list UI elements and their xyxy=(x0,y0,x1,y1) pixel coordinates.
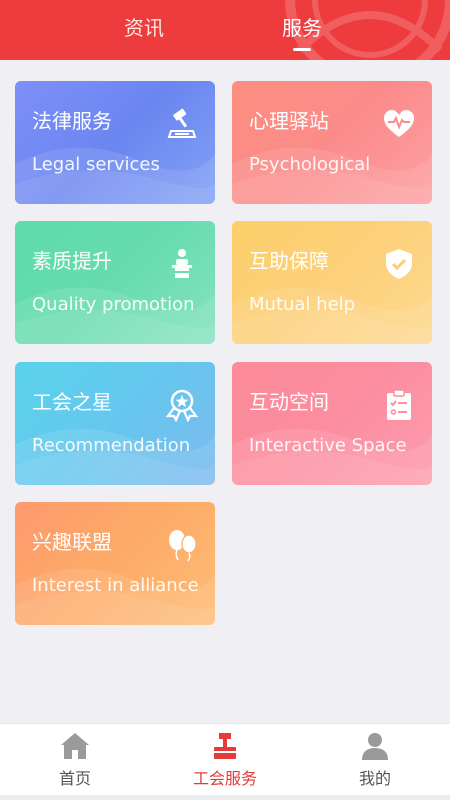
service-card-mutual-help[interactable]: 互助保障 Mutual help xyxy=(232,221,432,344)
nav-union-service[interactable]: 工会服务 xyxy=(150,724,300,800)
card-title: 法律服务 xyxy=(32,109,112,133)
active-tab-indicator xyxy=(293,48,311,51)
service-card-interest-alliance[interactable]: 兴趣联盟 Interest in alliance xyxy=(15,502,215,625)
podium-icon xyxy=(172,249,192,278)
service-card-quality[interactable]: 素质提升 Quality promotion xyxy=(15,221,215,344)
heart-pulse-icon xyxy=(384,110,414,137)
tab-services[interactable]: 服务 xyxy=(282,14,322,42)
card-title: 心理驿站 xyxy=(249,109,329,133)
nav-mine[interactable]: 我的 xyxy=(300,724,450,800)
card-subtitle: Interactive Space xyxy=(249,435,407,456)
card-subtitle: Interest in alliance xyxy=(32,575,199,596)
service-card-legal[interactable]: 法律服务 Legal services xyxy=(15,81,215,204)
card-title: 互动空间 xyxy=(249,390,329,414)
top-header: 资讯 服务 xyxy=(0,0,450,60)
card-title: 素质提升 xyxy=(32,249,112,273)
balloons-icon xyxy=(169,530,197,562)
card-title: 兴趣联盟 xyxy=(32,530,112,554)
nav-label: 首页 xyxy=(58,769,91,788)
gavel-icon xyxy=(167,108,197,138)
card-subtitle: Legal services xyxy=(32,154,160,175)
union-service-icon xyxy=(214,733,236,759)
tab-news[interactable]: 资讯 xyxy=(124,14,164,42)
medal-star-icon xyxy=(165,389,199,422)
home-icon xyxy=(61,733,89,759)
service-card-recommendation[interactable]: 工会之星 Recommendation xyxy=(15,362,215,485)
card-title: 工会之星 xyxy=(32,390,112,414)
service-card-psychological[interactable]: 心理驿站 Psychological xyxy=(232,81,432,204)
card-subtitle: Quality promotion xyxy=(32,294,195,315)
card-subtitle: Recommendation xyxy=(32,435,191,456)
clipboard-icon xyxy=(387,389,411,420)
system-home-bar xyxy=(0,795,450,800)
nav-label: 工会服务 xyxy=(192,769,257,788)
nav-label: 我的 xyxy=(358,769,391,788)
nav-home[interactable]: 首页 xyxy=(0,724,150,800)
bottom-navigation: 首页 工会服务 我的 xyxy=(0,723,450,800)
card-title: 互助保障 xyxy=(249,249,329,273)
user-icon xyxy=(362,733,388,760)
card-subtitle: Mutual help xyxy=(249,294,356,315)
service-card-interactive-space[interactable]: 互动空间 Interactive Space xyxy=(232,362,432,485)
shield-check-icon xyxy=(386,249,412,279)
card-subtitle: Psychological xyxy=(249,154,371,175)
